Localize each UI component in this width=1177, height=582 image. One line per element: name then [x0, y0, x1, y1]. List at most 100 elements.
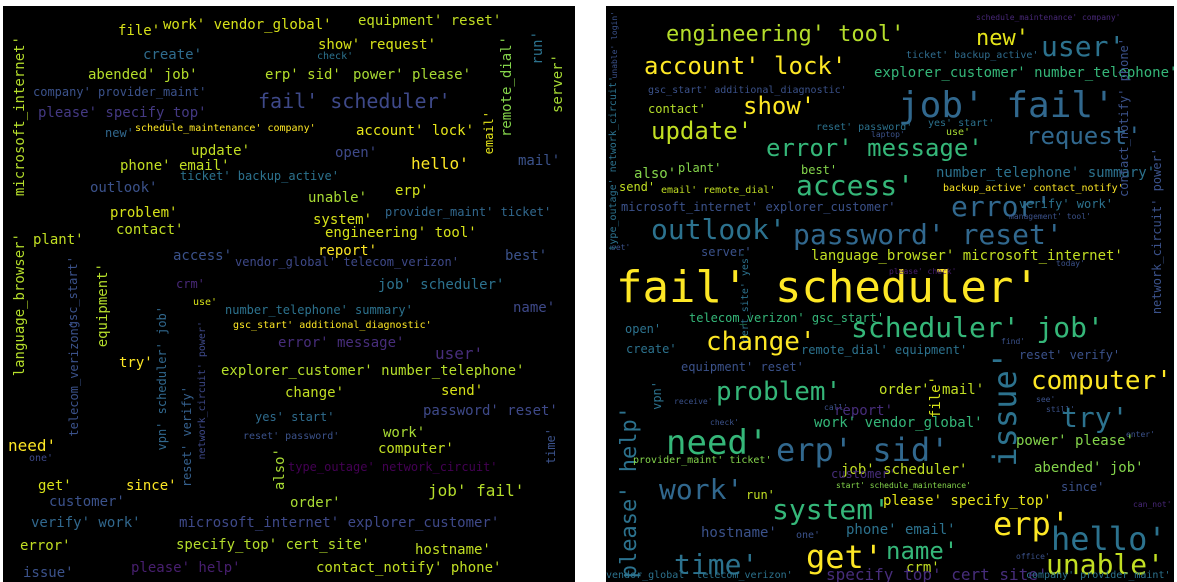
cloud-word: vpn' scheduler' job'	[155, 306, 169, 451]
cloud-word: unable'	[308, 190, 368, 206]
cloud-word: also'	[272, 448, 288, 491]
cloud-word: erp'	[395, 183, 429, 199]
cloud-word: change'	[706, 327, 816, 357]
cloud-word: problem'	[110, 205, 178, 221]
cloud-word: email'	[482, 111, 496, 155]
cloud-word: ticket' backup_active'	[906, 50, 1039, 61]
cloud-word: outlook'	[651, 213, 786, 246]
cloud-word: specify_top' cert_site'	[826, 565, 1048, 582]
cloud-word: type_outage' network_circuit'	[288, 460, 498, 474]
cloud-word: work'	[659, 473, 744, 506]
cloud-word: company' provider_maint'	[1026, 570, 1171, 581]
cloud-word: system'	[772, 493, 891, 526]
cloud-word: contact'	[116, 222, 184, 238]
cloud-word: start' schedule_maintenance'	[836, 481, 971, 490]
cloud-word: please' help'	[617, 406, 642, 579]
cloud-word: fail' scheduler'	[616, 262, 1040, 313]
cloud-word: customer'	[49, 494, 125, 510]
cloud-word: microsoft_internet'	[12, 36, 28, 197]
cloud-word: open'	[625, 322, 662, 336]
cloud-word: new'	[105, 126, 134, 140]
cloud-word: since'	[1061, 480, 1105, 494]
cloud-word: issue'	[986, 351, 1024, 467]
cloud-word: show'	[743, 92, 816, 120]
cloud-word: vendor_global' telecom_verizon'	[235, 255, 459, 269]
right-word-cloud: unable' login' schedule_maintenance' comp…	[606, 6, 1174, 582]
cloud-word: access'	[796, 169, 915, 202]
cloud-word: check'	[317, 51, 354, 62]
cloud-word: crm'	[176, 277, 205, 291]
cloud-word: new'	[976, 26, 1029, 51]
cloud-word: best'	[505, 248, 548, 264]
cloud-word: please' check'	[889, 267, 957, 276]
cloud-word: provider_maint' ticket'	[385, 205, 552, 219]
cloud-word: schedule_maintenance' company'	[976, 13, 1121, 22]
cloud-word: gsc_start'	[66, 256, 80, 329]
cloud-word: vpn'	[650, 381, 664, 410]
cloud-word: outlook'	[90, 180, 158, 196]
cloud-word: unable' login'	[610, 11, 619, 79]
cloud-word: one'	[29, 453, 54, 464]
cloud-word: yes' start'	[255, 410, 335, 424]
cloud-word: hostname'	[701, 525, 777, 541]
cloud-word: create'	[143, 47, 203, 63]
cloud-word: try'	[1061, 401, 1129, 434]
cloud-word: user'	[435, 344, 484, 363]
cloud-word: name'	[513, 300, 556, 316]
cloud-word: reset' verify'	[180, 386, 194, 488]
cloud-word: telecom_verizon'	[67, 321, 81, 437]
cloud-word: specify_top' cert_site'	[176, 537, 370, 553]
cloud-word: network_circuit' power'	[1150, 148, 1164, 315]
cloud-word: reset' verify'	[1019, 348, 1121, 362]
cloud-word: company' provider_maint'	[33, 85, 207, 99]
cloud-word: server'	[550, 54, 566, 114]
cloud-word: account' lock'	[356, 123, 475, 139]
cloud-word: fail' scheduler'	[258, 89, 451, 113]
cloud-word: password' reset'	[423, 403, 558, 419]
cloud-word: update'	[191, 143, 251, 159]
cloud-word: verify' work'	[1019, 197, 1113, 211]
cloud-word: please' specify_top'	[38, 105, 207, 121]
cloud-word: equipment' reset'	[358, 13, 502, 29]
cloud-word: send'	[441, 383, 484, 399]
cloud-word: try'	[119, 355, 153, 371]
cloud-word: get'	[38, 478, 72, 494]
cloud-word: schedule_maintenance' company'	[135, 123, 316, 134]
cloud-word: account' lock'	[644, 52, 847, 80]
cloud-word: network_circuit' power'	[197, 321, 208, 460]
cloud-word: show' request'	[318, 37, 437, 53]
left-word-cloud: work' vendor_global' file' equipment' rese…	[3, 6, 575, 582]
cloud-word: issue'	[23, 565, 74, 581]
cloud-word: microsoft_internet' explorer_customer'	[179, 515, 500, 531]
cloud-word: find'	[1001, 337, 1026, 346]
cloud-word: send'	[619, 180, 656, 194]
cloud-word: job' scheduler'	[378, 277, 505, 293]
cloud-word: power' please'	[1016, 433, 1135, 449]
cloud-word: hello'	[411, 154, 469, 173]
cloud-word: since'	[126, 478, 177, 494]
cloud-word: plant'	[33, 232, 84, 248]
cloud-word: phone' email'	[846, 522, 956, 538]
cloud-word: password' reset'	[793, 218, 1063, 251]
cloud-word: mail'	[942, 382, 985, 398]
cloud-word: computer'	[1031, 366, 1172, 396]
cloud-word: open'	[335, 145, 378, 161]
cloud-word: email' remote_dial'	[661, 185, 776, 196]
cloud-word: work' vendor_global'	[163, 17, 332, 33]
cloud-word: error' message'	[766, 134, 983, 162]
cloud-word: user'	[1041, 30, 1126, 63]
cloud-word: hostname'	[415, 542, 491, 558]
cloud-word: power' please'	[353, 67, 472, 83]
cloud-word: need'	[8, 436, 57, 455]
cloud-word: run'	[746, 488, 775, 502]
cloud-word: contact_notify' phone'	[1117, 38, 1131, 197]
cloud-word: microsoft_internet' explorer_customer'	[621, 200, 896, 214]
cloud-word: order'	[879, 382, 930, 398]
cloud-word: verify' work'	[31, 515, 141, 531]
cloud-word: please' help'	[131, 560, 241, 576]
cloud-word: time'	[544, 428, 558, 465]
cloud-word: number_telephone' summary'	[225, 303, 413, 317]
cloud-word: see'	[1036, 395, 1056, 404]
cloud-word: erp' sid'	[265, 67, 341, 83]
cloud-word: file'	[928, 376, 944, 419]
